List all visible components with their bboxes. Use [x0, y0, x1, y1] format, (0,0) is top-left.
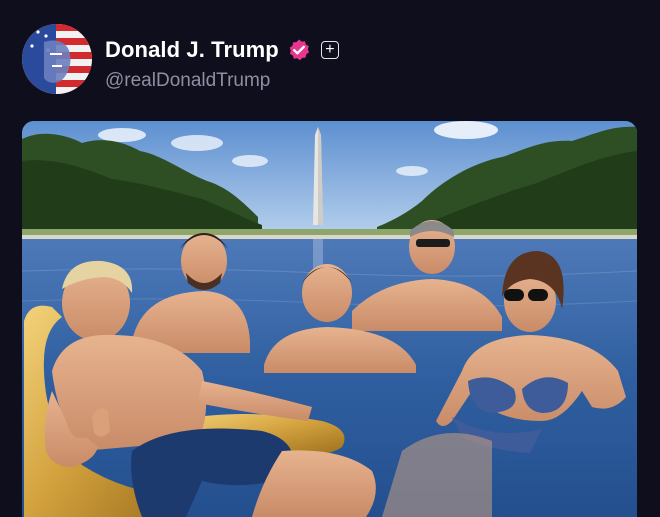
plus-icon: +	[325, 41, 335, 58]
post-header: Donald J. Trump + @realDonaldTrump	[0, 0, 660, 115]
verified-badge-icon	[287, 38, 311, 62]
user-handle[interactable]: @realDonaldTrump	[105, 70, 270, 92]
flag-portrait-avatar-icon	[22, 24, 92, 94]
post-photo[interactable]	[22, 121, 637, 517]
name-row: Donald J. Trump +	[105, 34, 339, 66]
social-post: Donald J. Trump + @realDonaldTrump	[0, 0, 660, 517]
avatar[interactable]	[22, 24, 92, 94]
display-name[interactable]: Donald J. Trump	[105, 37, 279, 63]
follow-button[interactable]: +	[320, 41, 339, 59]
pool-scene-image	[22, 121, 637, 517]
